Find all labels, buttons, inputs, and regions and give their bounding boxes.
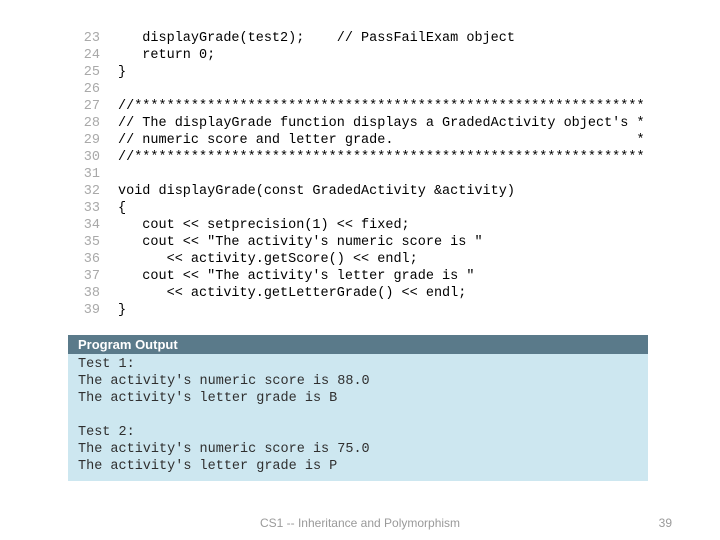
- line-number: 36: [72, 251, 118, 268]
- code-text: // numeric score and letter grade. *: [118, 132, 645, 149]
- code-line: 36 << activity.getScore() << endl;: [72, 251, 645, 268]
- line-number: 37: [72, 268, 118, 285]
- line-number: 34: [72, 217, 118, 234]
- line-number: 29: [72, 132, 118, 149]
- code-text: cout << "The activity's numeric score is…: [118, 234, 483, 251]
- slide: 23 displayGrade(test2); // PassFailExam …: [0, 0, 720, 540]
- line-number: 33: [72, 200, 118, 217]
- line-number: 39: [72, 302, 118, 319]
- line-number: 26: [72, 81, 118, 98]
- code-text: // The displayGrade function displays a …: [118, 115, 645, 132]
- code-text: }: [118, 64, 126, 81]
- code-line: 28// The displayGrade function displays …: [72, 115, 645, 132]
- code-line: 35 cout << "The activity's numeric score…: [72, 234, 645, 251]
- code-line: 33{: [72, 200, 645, 217]
- page-number: 39: [659, 516, 672, 530]
- line-number: 35: [72, 234, 118, 251]
- code-line: 31: [72, 166, 645, 183]
- line-number: 32: [72, 183, 118, 200]
- code-line: 32void displayGrade(const GradedActivity…: [72, 183, 645, 200]
- line-number: 27: [72, 98, 118, 115]
- code-listing: 23 displayGrade(test2); // PassFailExam …: [72, 30, 645, 319]
- code-text: {: [118, 200, 126, 217]
- code-line: 26: [72, 81, 645, 98]
- line-number: 31: [72, 166, 118, 183]
- code-text: //**************************************…: [118, 98, 645, 115]
- code-line: 25}: [72, 64, 645, 81]
- output-body: Test 1: The activity's numeric score is …: [68, 354, 648, 481]
- code-text: //**************************************…: [118, 149, 645, 166]
- program-output-panel: Program Output Test 1: The activity's nu…: [68, 335, 648, 481]
- slide-footer: CS1 -- Inheritance and Polymorphism: [0, 516, 720, 530]
- code-text: return 0;: [118, 47, 215, 64]
- code-text: << activity.getLetterGrade() << endl;: [118, 285, 466, 302]
- code-line: 24 return 0;: [72, 47, 645, 64]
- code-text: void displayGrade(const GradedActivity &…: [118, 183, 515, 200]
- line-number: 23: [72, 30, 118, 47]
- code-line: 34 cout << setprecision(1) << fixed;: [72, 217, 645, 234]
- line-number: 24: [72, 47, 118, 64]
- code-text: displayGrade(test2); // PassFailExam obj…: [118, 30, 515, 47]
- line-number: 28: [72, 115, 118, 132]
- code-line: 27//************************************…: [72, 98, 645, 115]
- code-line: 23 displayGrade(test2); // PassFailExam …: [72, 30, 645, 47]
- code-text: cout << "The activity's letter grade is …: [118, 268, 474, 285]
- code-line: 37 cout << "The activity's letter grade …: [72, 268, 645, 285]
- code-line: 29// numeric score and letter grade. *: [72, 132, 645, 149]
- code-line: 30//************************************…: [72, 149, 645, 166]
- code-text: }: [118, 302, 126, 319]
- output-header: Program Output: [68, 335, 648, 354]
- line-number: 30: [72, 149, 118, 166]
- code-line: 39}: [72, 302, 645, 319]
- code-line: 38 << activity.getLetterGrade() << endl;: [72, 285, 645, 302]
- code-text: cout << setprecision(1) << fixed;: [118, 217, 410, 234]
- code-text: << activity.getScore() << endl;: [118, 251, 418, 268]
- line-number: 25: [72, 64, 118, 81]
- line-number: 38: [72, 285, 118, 302]
